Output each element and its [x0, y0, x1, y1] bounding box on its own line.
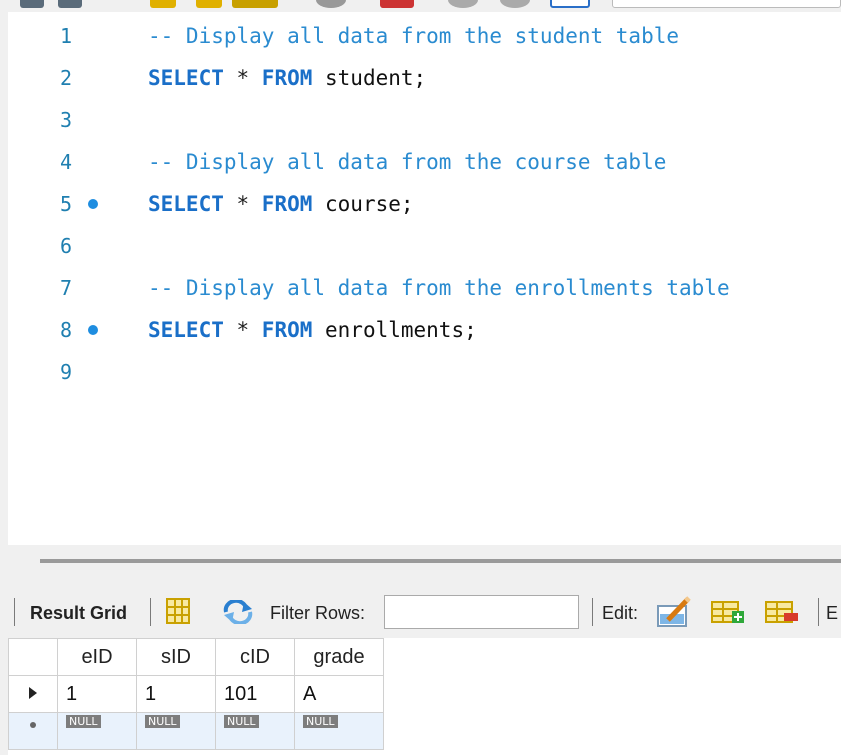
sql-keyword: FROM [261, 66, 313, 90]
edit-label: Edit: [602, 603, 639, 623]
sql-keyword: SELECT [148, 66, 224, 90]
cell-null[interactable]: NULL [57, 712, 137, 750]
separator [14, 598, 15, 626]
cell-eid[interactable]: 1 [57, 675, 137, 713]
filter-rows-input[interactable] [384, 595, 579, 629]
editor-line[interactable]: 8 SELECT * FROM enrollments; [8, 306, 841, 348]
cell-null[interactable]: NULL [215, 712, 295, 750]
sql-comment: -- Display all data from the enrollments… [148, 276, 730, 300]
pane-splitter[interactable] [40, 559, 841, 563]
rollback-icon-partial[interactable] [500, 0, 530, 8]
add-row-icon[interactable] [710, 598, 746, 630]
toggle-icon-partial[interactable] [380, 0, 414, 8]
line-number: 6 [59, 234, 72, 258]
cell-null[interactable]: NULL [294, 712, 384, 750]
delete-row-icon[interactable] [764, 598, 800, 630]
cell-sid[interactable]: 1 [136, 675, 216, 713]
explain-icon-partial[interactable] [232, 0, 278, 8]
header-row: eID sID cID grade [8, 638, 384, 676]
null-badge: NULL [224, 715, 259, 728]
stop-icon-partial[interactable] [316, 0, 346, 8]
separator [150, 598, 151, 626]
column-header-eid[interactable]: eID [57, 638, 137, 676]
sql-identifier: enrollments; [312, 318, 477, 342]
column-header-cid[interactable]: cID [215, 638, 295, 676]
null-badge: NULL [303, 715, 338, 728]
cell-null[interactable]: NULL [136, 712, 216, 750]
sql-keyword: FROM [261, 192, 313, 216]
line-number: 5 [59, 192, 72, 216]
editor-line[interactable]: 9 [8, 348, 841, 390]
editor-line[interactable]: 2 SELECT * FROM student; [8, 54, 841, 96]
limit-rows-field-partial[interactable] [612, 0, 841, 8]
line-number: 3 [59, 108, 72, 132]
line-number: 9 [59, 360, 72, 384]
separator [818, 598, 819, 626]
toolbar-button-partial[interactable] [20, 0, 44, 8]
editor-line[interactable]: 1 -- Display all data from the student ta… [8, 12, 841, 54]
new-row-marker-icon [8, 712, 58, 750]
editor-line[interactable]: 6 [8, 222, 841, 264]
result-toolbar: Result Grid Filter Rows: Edit: E [0, 590, 841, 636]
lightning-cursor-icon-partial[interactable] [196, 0, 222, 8]
commit-icon-partial[interactable] [448, 0, 478, 8]
null-badge: NULL [66, 715, 101, 728]
line-number: 7 [59, 276, 72, 300]
sql-identifier: course; [312, 192, 414, 216]
editor-line[interactable]: 5 SELECT * FROM course; [8, 180, 841, 222]
result-grid-tab[interactable]: Result Grid [30, 603, 127, 624]
sql-operator: * [223, 318, 262, 342]
line-number: 8 [59, 318, 72, 342]
statement-marker-icon[interactable] [88, 325, 98, 335]
sql-keyword: FROM [261, 318, 313, 342]
sql-editor[interactable]: 1 -- Display all data from the student ta… [8, 12, 841, 545]
code-text: SELECT * FROM course; [148, 192, 414, 216]
current-row-arrow-icon [8, 675, 58, 713]
table-row[interactable]: 1 1 101 A [8, 675, 384, 713]
sql-comment: -- Display all data from the student tab… [148, 24, 680, 48]
sql-keyword: SELECT [148, 318, 224, 342]
export-label-partial[interactable]: E [826, 603, 838, 624]
code-text: SELECT * FROM enrollments; [148, 318, 477, 342]
line-number: 4 [59, 150, 72, 174]
sql-identifier: student; [312, 66, 427, 90]
lightning-icon-partial[interactable] [150, 0, 176, 8]
editor-line[interactable]: 7 -- Display all data from the enrollment… [8, 264, 841, 306]
editor-line[interactable]: 4 -- Display all data from the course tab… [8, 138, 841, 180]
code-text: -- Display all data from the course tabl… [148, 150, 666, 174]
filter-rows-label: Filter Rows: [270, 603, 366, 623]
separator [592, 598, 593, 626]
main-toolbar [0, 0, 841, 12]
code-text: SELECT * FROM student; [148, 66, 426, 90]
null-badge: NULL [145, 715, 180, 728]
refresh-icon[interactable] [222, 598, 254, 628]
line-number: 1 [59, 24, 72, 48]
new-row[interactable]: NULL NULL NULL NULL [8, 712, 384, 750]
sql-comment: -- Display all data from the course tabl… [148, 150, 667, 174]
sql-operator: * [223, 66, 262, 90]
statement-marker-icon[interactable] [88, 199, 98, 209]
cell-cid[interactable]: 101 [215, 675, 295, 713]
line-number: 2 [59, 66, 72, 90]
sql-operator: * [223, 192, 262, 216]
edit-row-icon[interactable] [656, 596, 692, 632]
cell-grade[interactable]: A [294, 675, 384, 713]
autocommit-icon-partial[interactable] [550, 0, 590, 8]
grid-layout-icon[interactable] [166, 598, 190, 628]
result-grid[interactable]: eID sID cID grade 1 1 101 A NULL NULL NU… [8, 638, 841, 755]
code-text: -- Display all data from the student tab… [148, 24, 679, 48]
column-header-grade[interactable]: grade [294, 638, 384, 676]
result-table: eID sID cID grade 1 1 101 A NULL NULL NU… [8, 638, 384, 750]
column-header-sid[interactable]: sID [136, 638, 216, 676]
corner-cell [8, 638, 58, 676]
editor-line[interactable]: 3 [8, 96, 841, 138]
toolbar-button-partial[interactable] [58, 0, 82, 8]
sql-keyword: SELECT [148, 192, 224, 216]
code-text: -- Display all data from the enrollments… [148, 276, 730, 300]
